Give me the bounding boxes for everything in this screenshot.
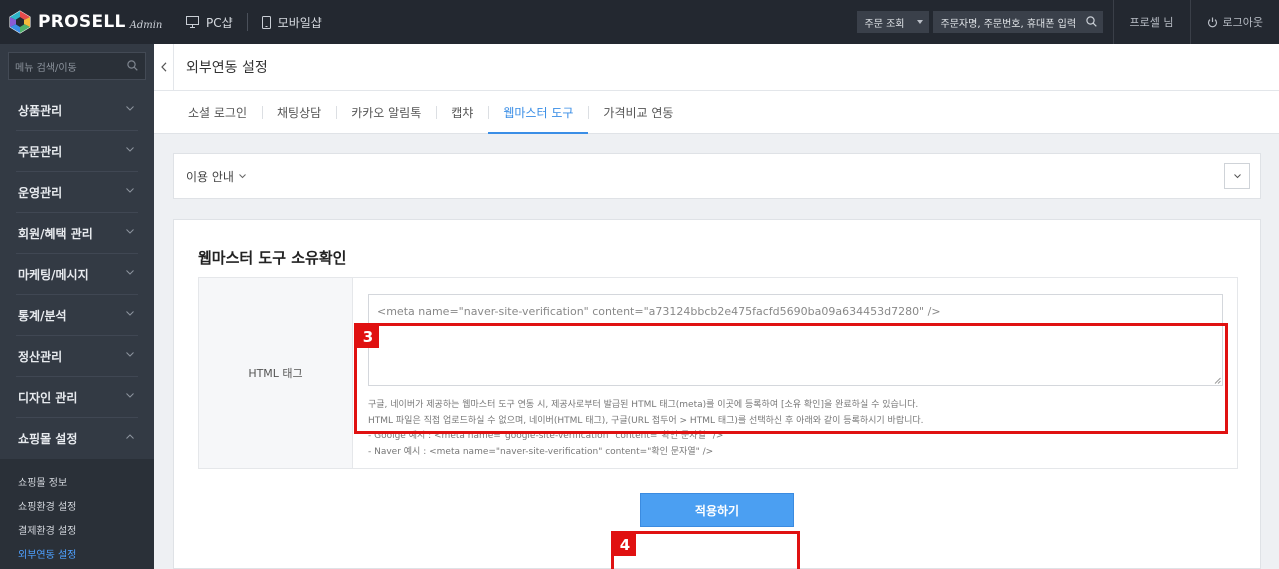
chevron-down-icon: [126, 147, 134, 152]
shop-links: PC샵 모바일샵: [172, 0, 336, 44]
html-tag-value: <meta name="naver-site-verification" con…: [377, 305, 941, 318]
top-right-tools: 주문 조회 주문자명, 주문번호, 휴대폰 입력 프로셀 님 로그아웃: [856, 0, 1279, 44]
usage-guide: 이용 안내: [173, 153, 1261, 199]
guide-toggle-button[interactable]: [1224, 163, 1250, 189]
sidebar-item-label: 운영관리: [18, 185, 63, 200]
order-select-value: 주문 조회: [864, 18, 905, 30]
menu-search-input[interactable]: 메뉴 검색/이동: [8, 52, 146, 80]
sidebar-menu: 상품관리 주문관리 운영관리 회원/혜택 관리 마케팅/메시지 통계/분석 정산…: [0, 90, 154, 459]
chevron-down-icon: [126, 352, 134, 357]
mobile-icon: [261, 15, 271, 29]
panel-title: 웹마스터 도구 소유확인: [198, 249, 347, 267]
page-header: 외부연동 설정: [154, 43, 1279, 91]
sidebar-subitem-shop-env[interactable]: 쇼핑환경 설정: [0, 493, 154, 517]
sidebar-item-label: 통계/분석: [18, 308, 67, 323]
tab-bar: 소셜 로그인 채팅상담 카카오 알림톡 캡챠 웹마스터 도구 가격비교 연동: [154, 91, 1279, 134]
chevron-down-icon: [126, 188, 134, 193]
sidebar-item-marketing[interactable]: 마케팅/메시지: [16, 254, 138, 295]
menu-search-placeholder: 메뉴 검색/이동: [15, 62, 77, 74]
help-line: - Naver 예시 : <meta name="naver-site-veri…: [368, 446, 714, 457]
prosell-logo-icon: [8, 10, 32, 34]
step-badge-4: 4: [614, 534, 636, 556]
tab-captcha[interactable]: 캡챠: [436, 91, 488, 134]
power-icon: [1207, 17, 1217, 27]
logout-button[interactable]: 로그아웃: [1189, 0, 1279, 44]
main-content: 외부연동 설정 소셜 로그인 채팅상담 카카오 알림톡 캡챠 웹마스터 도구 가…: [154, 43, 1279, 569]
sidebar-item-label: 정산관리: [18, 349, 63, 364]
chevron-down-icon: [126, 270, 134, 275]
brand-logo[interactable]: PROSELL Admin: [0, 0, 162, 44]
usage-guide-label[interactable]: 이용 안내: [186, 168, 234, 185]
chevron-up-icon: [126, 434, 134, 439]
mobile-shop-link[interactable]: 모바일샵: [246, 13, 336, 31]
sidebar-item-settlement[interactable]: 정산관리: [16, 336, 138, 377]
chevron-down-icon: [126, 393, 134, 398]
tab-webmaster[interactable]: 웹마스터 도구: [488, 91, 589, 134]
search-icon[interactable]: [127, 60, 138, 71]
chevron-down-icon: [126, 311, 134, 316]
pc-shop-label: PC샵: [206, 15, 233, 30]
sidebar-item-product[interactable]: 상품관리: [16, 90, 138, 131]
sidebar-item-label: 회원/혜택 관리: [18, 226, 93, 241]
highlight-box-4: [611, 531, 800, 569]
highlight-box-3: [354, 323, 1228, 434]
html-tag-label: HTML 태그: [199, 278, 353, 468]
chevron-down-icon: [126, 106, 134, 111]
search-icon[interactable]: [1085, 16, 1097, 27]
chevron-down-icon: [126, 229, 134, 234]
sidebar-item-stats[interactable]: 통계/분석: [16, 295, 138, 336]
sidebar-subitem-external[interactable]: 외부연동 설정: [0, 541, 154, 565]
top-bar: PROSELL Admin PC샵 모바일샵 주문 조회 주문자명, 주문번호,…: [0, 0, 1279, 44]
sidebar-item-label: 마케팅/메시지: [18, 267, 89, 282]
brand-name: PROSELL: [38, 12, 126, 32]
user-name[interactable]: 프로셀 님: [1112, 0, 1190, 44]
caret-down-icon: [916, 20, 923, 24]
monitor-icon: [186, 16, 199, 28]
tab-kakao[interactable]: 카카오 알림톡: [336, 91, 436, 134]
sidebar-item-label: 상품관리: [18, 103, 63, 118]
order-search-input[interactable]: 주문자명, 주문번호, 휴대폰 입력: [932, 11, 1103, 33]
sidebar-item-operation[interactable]: 운영관리: [16, 172, 138, 213]
pc-shop-link[interactable]: PC샵: [172, 13, 247, 31]
sidebar-submenu: 쇼핑몰 정보 쇼핑환경 설정 결제환경 설정 외부연동 설정: [0, 459, 154, 569]
tab-price-compare[interactable]: 가격비교 연동: [588, 91, 688, 134]
sidebar: 메뉴 검색/이동 상품관리 주문관리 운영관리 회원/혜택 관리 마케팅/메시지…: [0, 44, 154, 569]
sidebar-item-member[interactable]: 회원/혜택 관리: [16, 213, 138, 254]
chevron-down-icon: [239, 173, 246, 178]
tab-chat[interactable]: 채팅상담: [262, 91, 336, 134]
sidebar-item-order[interactable]: 주문관리: [16, 131, 138, 172]
sidebar-subitem-shop-info[interactable]: 쇼핑몰 정보: [0, 469, 154, 493]
sidebar-item-label: 쇼핑몰 설정: [18, 432, 78, 446]
sidebar-subitem-payment-env[interactable]: 결제환경 설정: [0, 517, 154, 541]
tab-social-login[interactable]: 소셜 로그인: [174, 91, 262, 134]
apply-button[interactable]: 적용하기: [640, 493, 794, 527]
webmaster-panel: 웹마스터 도구 소유확인 HTML 태그 <meta name="naver-s…: [173, 219, 1261, 569]
chevron-left-icon: [160, 62, 166, 72]
sidebar-item-shop-settings[interactable]: 쇼핑몰 설정: [16, 418, 138, 459]
collapse-sidebar-button[interactable]: [154, 43, 174, 91]
chevron-down-icon: [1233, 173, 1241, 178]
sidebar-item-label: 디자인 관리: [18, 390, 78, 405]
logout-label: 로그아웃: [1222, 16, 1263, 29]
step-badge-3: 3: [357, 326, 379, 348]
brand-sub: Admin: [129, 19, 163, 31]
mobile-shop-label: 모바일샵: [277, 15, 322, 30]
page-title: 외부연동 설정: [186, 60, 268, 76]
sidebar-item-design[interactable]: 디자인 관리: [16, 377, 138, 418]
order-search-placeholder: 주문자명, 주문번호, 휴대폰 입력: [940, 18, 1077, 30]
order-lookup-select[interactable]: 주문 조회: [856, 11, 929, 33]
sidebar-item-label: 주문관리: [18, 144, 63, 159]
